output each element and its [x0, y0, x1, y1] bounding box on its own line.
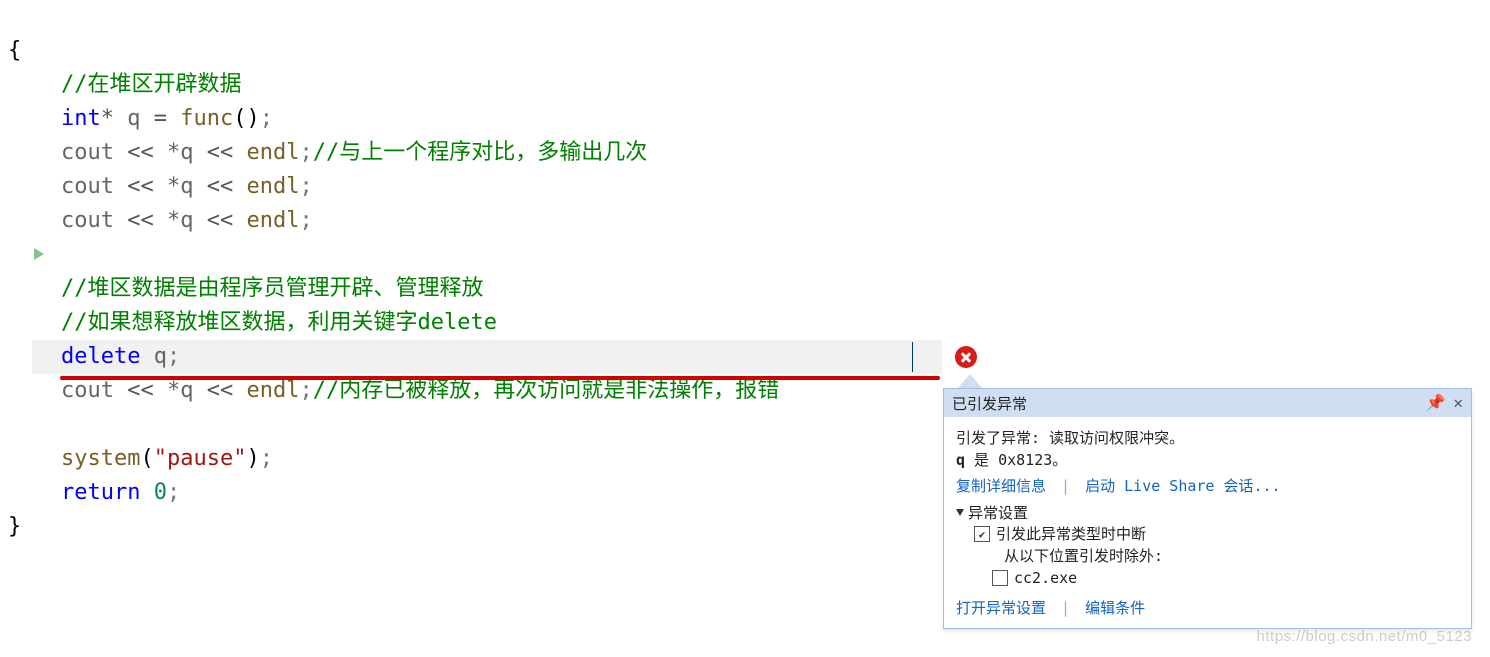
popup-pointer: [958, 374, 982, 388]
separator: |: [1061, 477, 1070, 495]
edit-conditions-link[interactable]: 编辑条件: [1085, 599, 1145, 617]
endl: endl: [246, 208, 299, 233]
exception-settings-header[interactable]: 异常设置: [956, 502, 1459, 523]
cout: cout: [61, 208, 114, 233]
comment: //内存已被释放，再次访问就是非法操作，报错: [313, 378, 780, 403]
error-underline: [60, 376, 940, 380]
break-on-exception-row[interactable]: 引发此异常类型时中断: [974, 523, 1459, 545]
star: *: [101, 106, 114, 131]
func-call: func: [180, 106, 233, 131]
checkbox-label: cc2.exe: [1014, 567, 1077, 589]
op: <<: [127, 378, 154, 403]
op: <<: [127, 140, 154, 165]
pin-icon[interactable]: 📌: [1425, 395, 1445, 411]
deref: *q: [167, 174, 194, 199]
error-icon[interactable]: [955, 346, 977, 368]
semi: ;: [299, 174, 312, 199]
op: <<: [207, 174, 234, 199]
endl: endl: [246, 140, 299, 165]
live-share-link[interactable]: 启动 Live Share 会话...: [1085, 477, 1280, 495]
cout: cout: [61, 140, 114, 165]
comment: //堆区数据是由程序员管理开辟、管理释放: [61, 276, 484, 301]
deref: *q: [167, 378, 194, 403]
semi: ;: [167, 344, 180, 369]
open-exception-settings-link[interactable]: 打开异常设置: [956, 599, 1046, 617]
text-caret: [912, 342, 913, 372]
deref: *q: [167, 140, 194, 165]
paren-open: (: [140, 446, 153, 471]
paren-close: ): [246, 446, 259, 471]
deref: *q: [167, 208, 194, 233]
kw-return: return: [61, 480, 140, 505]
semi: ;: [167, 480, 180, 505]
cout: cout: [61, 174, 114, 199]
comment: //在堆区开辟数据: [61, 72, 242, 97]
checkbox-break-on-exception[interactable]: [974, 526, 990, 542]
op: <<: [207, 140, 234, 165]
separator: |: [1061, 599, 1070, 617]
semi: ;: [260, 446, 273, 471]
op: <<: [127, 174, 154, 199]
popup-title-bar[interactable]: 已引发异常 📌 ✕: [944, 389, 1471, 417]
kw-delete: delete: [61, 344, 140, 369]
semi: ;: [299, 208, 312, 233]
comment: //与上一个程序对比，多输出几次: [313, 140, 648, 165]
eq: =: [154, 106, 167, 131]
popup-title: 已引发异常: [952, 393, 1417, 414]
brace-open: {: [8, 38, 21, 63]
brace-close: }: [8, 514, 21, 539]
collapse-toggle-icon[interactable]: [956, 509, 964, 516]
exclude-item-row[interactable]: cc2.exe: [992, 567, 1459, 589]
var-q: q: [127, 106, 140, 131]
copy-details-link[interactable]: 复制详细信息: [956, 477, 1046, 495]
op: <<: [207, 208, 234, 233]
paren: (): [233, 106, 260, 131]
system-call: system: [61, 446, 140, 471]
exception-message-1: 引发了异常: 读取访问权限冲突。: [956, 427, 1459, 449]
comment: //如果想释放堆区数据，利用关键字delete: [61, 310, 497, 335]
exclude-label: 从以下位置引发时除外:: [1004, 545, 1459, 567]
checkbox-label: 引发此异常类型时中断: [996, 523, 1146, 545]
endl: endl: [246, 378, 299, 403]
semi: ;: [299, 378, 312, 403]
watermark: https://blog.csdn.net/m0_5123: [1257, 628, 1472, 645]
endl: endl: [246, 174, 299, 199]
zero: 0: [154, 480, 167, 505]
code-area[interactable]: { //在堆区开辟数据 int* q = func(); cout << *q …: [8, 0, 779, 544]
kw-int: int: [61, 106, 101, 131]
string-pause: "pause": [154, 446, 247, 471]
exception-message-2: q 是 0x8123。: [956, 449, 1459, 471]
var-q: q: [154, 344, 167, 369]
semi: ;: [299, 140, 312, 165]
op: <<: [127, 208, 154, 233]
exception-popup: 已引发异常 📌 ✕ 引发了异常: 读取访问权限冲突。 q 是 0x8123。 复…: [943, 388, 1472, 629]
op: <<: [207, 378, 234, 403]
close-icon[interactable]: ✕: [1453, 395, 1463, 411]
semi: ;: [260, 106, 273, 131]
cout: cout: [61, 378, 114, 403]
checkbox-exclude-cc2[interactable]: [992, 570, 1008, 586]
